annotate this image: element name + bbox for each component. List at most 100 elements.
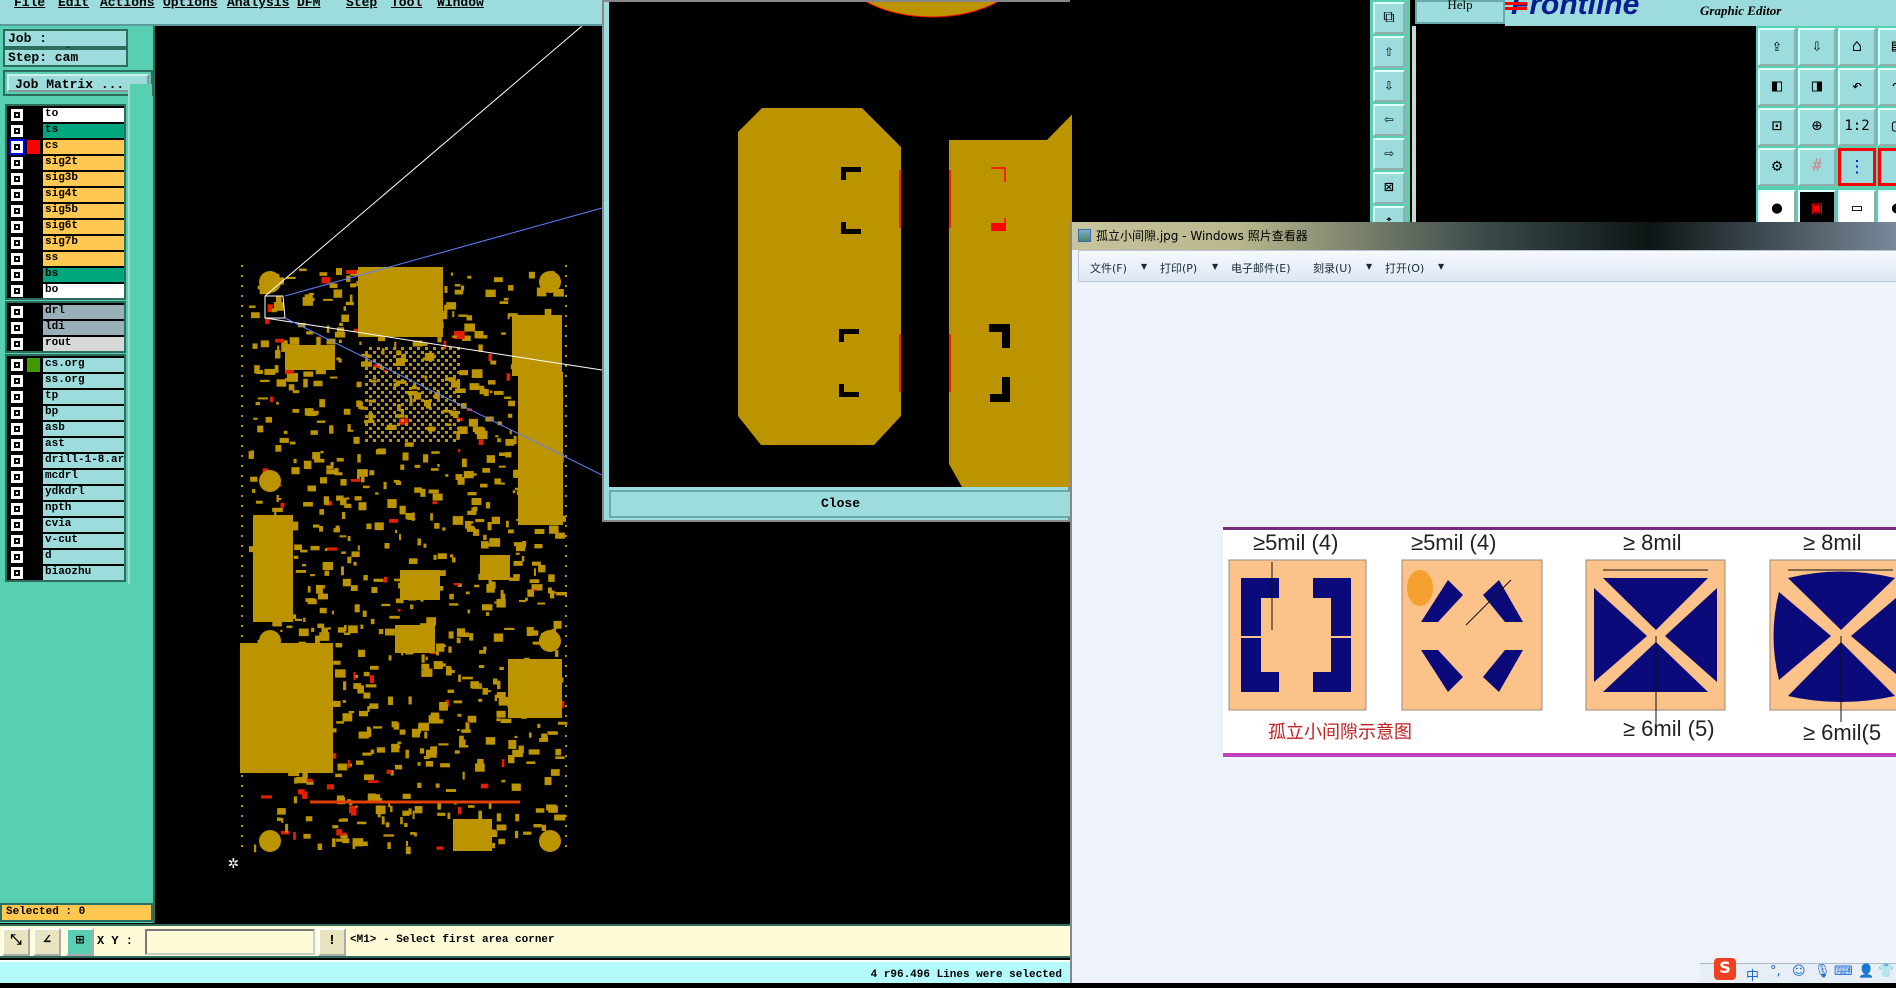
- chevron-down-icon[interactable]: ▼: [1212, 262, 1218, 271]
- sogou-ime-icon[interactable]: S: [1714, 958, 1736, 980]
- layer-row-npth[interactable]: npth: [7, 501, 124, 517]
- layer-checkbox[interactable]: [10, 252, 24, 266]
- keyboard-icon[interactable]: ⌨: [1834, 964, 1853, 979]
- layer-checkbox[interactable]: [10, 486, 24, 500]
- layer-row-tp[interactable]: tp: [7, 389, 124, 405]
- layer-name[interactable]: cs: [43, 140, 124, 154]
- layer-row-cvia[interactable]: cvia: [7, 517, 124, 533]
- layer-checkbox[interactable]: [10, 438, 24, 452]
- layer-checkbox[interactable]: [10, 188, 24, 202]
- menu-analysis[interactable]: Analysis: [227, 0, 289, 10]
- pan-down-icon[interactable]: ⇩: [1373, 70, 1405, 102]
- layer-up-icon[interactable]: ⇪: [1758, 28, 1796, 66]
- layer-row-bs[interactable]: bs: [7, 267, 124, 283]
- layer-checkbox[interactable]: [10, 422, 24, 436]
- chevron-down-icon[interactable]: ▼: [1438, 262, 1444, 271]
- menu-dfm[interactable]: DFM: [297, 0, 320, 10]
- skin-icon[interactable]: 👕: [1878, 964, 1894, 979]
- netlist-icon[interactable]: ⋮: [1838, 148, 1876, 186]
- layer-checkbox[interactable]: [10, 337, 24, 351]
- layer-name[interactable]: sig6t: [43, 220, 124, 234]
- layer-checkbox[interactable]: [10, 284, 24, 298]
- secondary-canvas[interactable]: [1412, 26, 1758, 224]
- layer-checkbox[interactable]: [10, 124, 24, 138]
- netlist2-icon[interactable]: ⋮: [1878, 148, 1896, 186]
- layer-row-d[interactable]: d: [7, 549, 124, 565]
- prev-icon[interactable]: ◧: [1758, 68, 1796, 106]
- layer-row-sig4t[interactable]: sig4t: [7, 187, 124, 203]
- layer-checkbox[interactable]: [10, 502, 24, 516]
- layer-name[interactable]: npth: [43, 502, 124, 516]
- layer-name[interactable]: drill-1-8.ar: [43, 454, 124, 468]
- layer-row-cs[interactable]: cs: [7, 139, 124, 155]
- zoom-area-button[interactable]: ⤡: [2, 928, 30, 956]
- layer-checkbox[interactable]: [10, 358, 24, 372]
- menu-email-cn[interactable]: 电子邮件(E): [1231, 260, 1291, 276]
- layer-name[interactable]: d: [43, 550, 124, 564]
- help-menu[interactable]: Help: [1415, 0, 1505, 24]
- menu-edit[interactable]: Edit: [58, 0, 89, 10]
- layer-checkbox[interactable]: [10, 220, 24, 234]
- pan-up-icon[interactable]: ⇧: [1373, 36, 1405, 68]
- split-view-icon[interactable]: ▤: [1878, 28, 1896, 66]
- zoom-box-icon[interactable]: ▢: [1878, 108, 1896, 146]
- layer-row-v-cut[interactable]: v-cut: [7, 533, 124, 549]
- zoom-out-icon[interactable]: ⊡: [1758, 108, 1796, 146]
- pan-right-icon[interactable]: ⇨: [1373, 138, 1405, 170]
- layer-name[interactable]: bo: [43, 284, 124, 298]
- layer-name[interactable]: tp: [43, 390, 124, 404]
- grid-icon[interactable]: #: [1798, 148, 1836, 186]
- layer-row-sig6t[interactable]: sig6t: [7, 219, 124, 235]
- layer-row-mcdrl[interactable]: mcdrl: [7, 469, 124, 485]
- layer-row-sig2t[interactable]: sig2t: [7, 155, 124, 171]
- xy-input[interactable]: [145, 929, 315, 955]
- layer-name[interactable]: bs: [43, 268, 124, 282]
- layer-checkbox[interactable]: [10, 108, 24, 122]
- menu-actions[interactable]: Actions: [100, 0, 155, 10]
- undo-icon[interactable]: ↶: [1838, 68, 1876, 106]
- menu-file-cn[interactable]: 文件(F): [1090, 260, 1127, 276]
- layer-name[interactable]: sig4t: [43, 188, 124, 202]
- layer-name[interactable]: ydkdrl: [43, 486, 124, 500]
- layer-row-ydkdrl[interactable]: ydkdrl: [7, 485, 124, 501]
- layer-checkbox[interactable]: [10, 390, 24, 404]
- menu-print-cn[interactable]: 打印(P): [1160, 260, 1197, 276]
- window-icon[interactable]: ⧉: [1373, 2, 1405, 34]
- layer-row-bo[interactable]: bo: [7, 283, 124, 299]
- layer-row-ts[interactable]: ts: [7, 123, 124, 139]
- menu-file[interactable]: File: [14, 0, 45, 10]
- zoom-fit-icon[interactable]: ⊠: [1373, 172, 1405, 204]
- next-icon[interactable]: ◨: [1798, 68, 1836, 106]
- alert-button[interactable]: !: [318, 928, 346, 956]
- layer-row-cs.org[interactable]: cs.org: [7, 357, 124, 373]
- layer-checkbox[interactable]: [9, 139, 25, 155]
- layer-name[interactable]: ast: [43, 438, 124, 452]
- emoji-icon[interactable]: ☺: [1792, 964, 1806, 979]
- layer-name[interactable]: v-cut: [43, 534, 124, 548]
- layer-checkbox[interactable]: [10, 204, 24, 218]
- layer-row-biaozhu[interactable]: biaozhu: [7, 565, 124, 581]
- layer-checkbox[interactable]: [10, 268, 24, 282]
- settings-palette-icon[interactable]: ⚙: [1758, 148, 1796, 186]
- layer-row-sig7b[interactable]: sig7b: [7, 235, 124, 251]
- pan-left-icon[interactable]: ⇦: [1373, 104, 1405, 136]
- layer-checkbox[interactable]: [10, 406, 24, 420]
- layer-name[interactable]: mcdrl: [43, 470, 124, 484]
- layer-name[interactable]: ss: [43, 252, 124, 266]
- microphone-icon[interactable]: 🎙: [1814, 964, 1831, 979]
- main-canvas[interactable]: ✲: [155, 26, 602, 923]
- redo-icon[interactable]: ↷: [1878, 68, 1896, 106]
- layer-checkbox[interactable]: [10, 518, 24, 532]
- layer-row-drill-1-8.ar[interactable]: drill-1-8.ar: [7, 453, 124, 469]
- layer-checkbox[interactable]: [10, 374, 24, 388]
- layer-name[interactable]: to: [43, 108, 124, 122]
- layer-checkbox[interactable]: [10, 470, 24, 484]
- layer-checkbox[interactable]: [10, 454, 24, 468]
- layer-checkbox[interactable]: [10, 534, 24, 548]
- layer-name[interactable]: ldi: [43, 321, 124, 335]
- zoom-center-icon[interactable]: ⊕: [1798, 108, 1836, 146]
- layer-checkbox[interactable]: [10, 550, 24, 564]
- layer-name[interactable]: ts: [43, 124, 124, 138]
- user-icon[interactable]: 👤: [1858, 964, 1874, 979]
- layer-checkbox[interactable]: [10, 566, 24, 580]
